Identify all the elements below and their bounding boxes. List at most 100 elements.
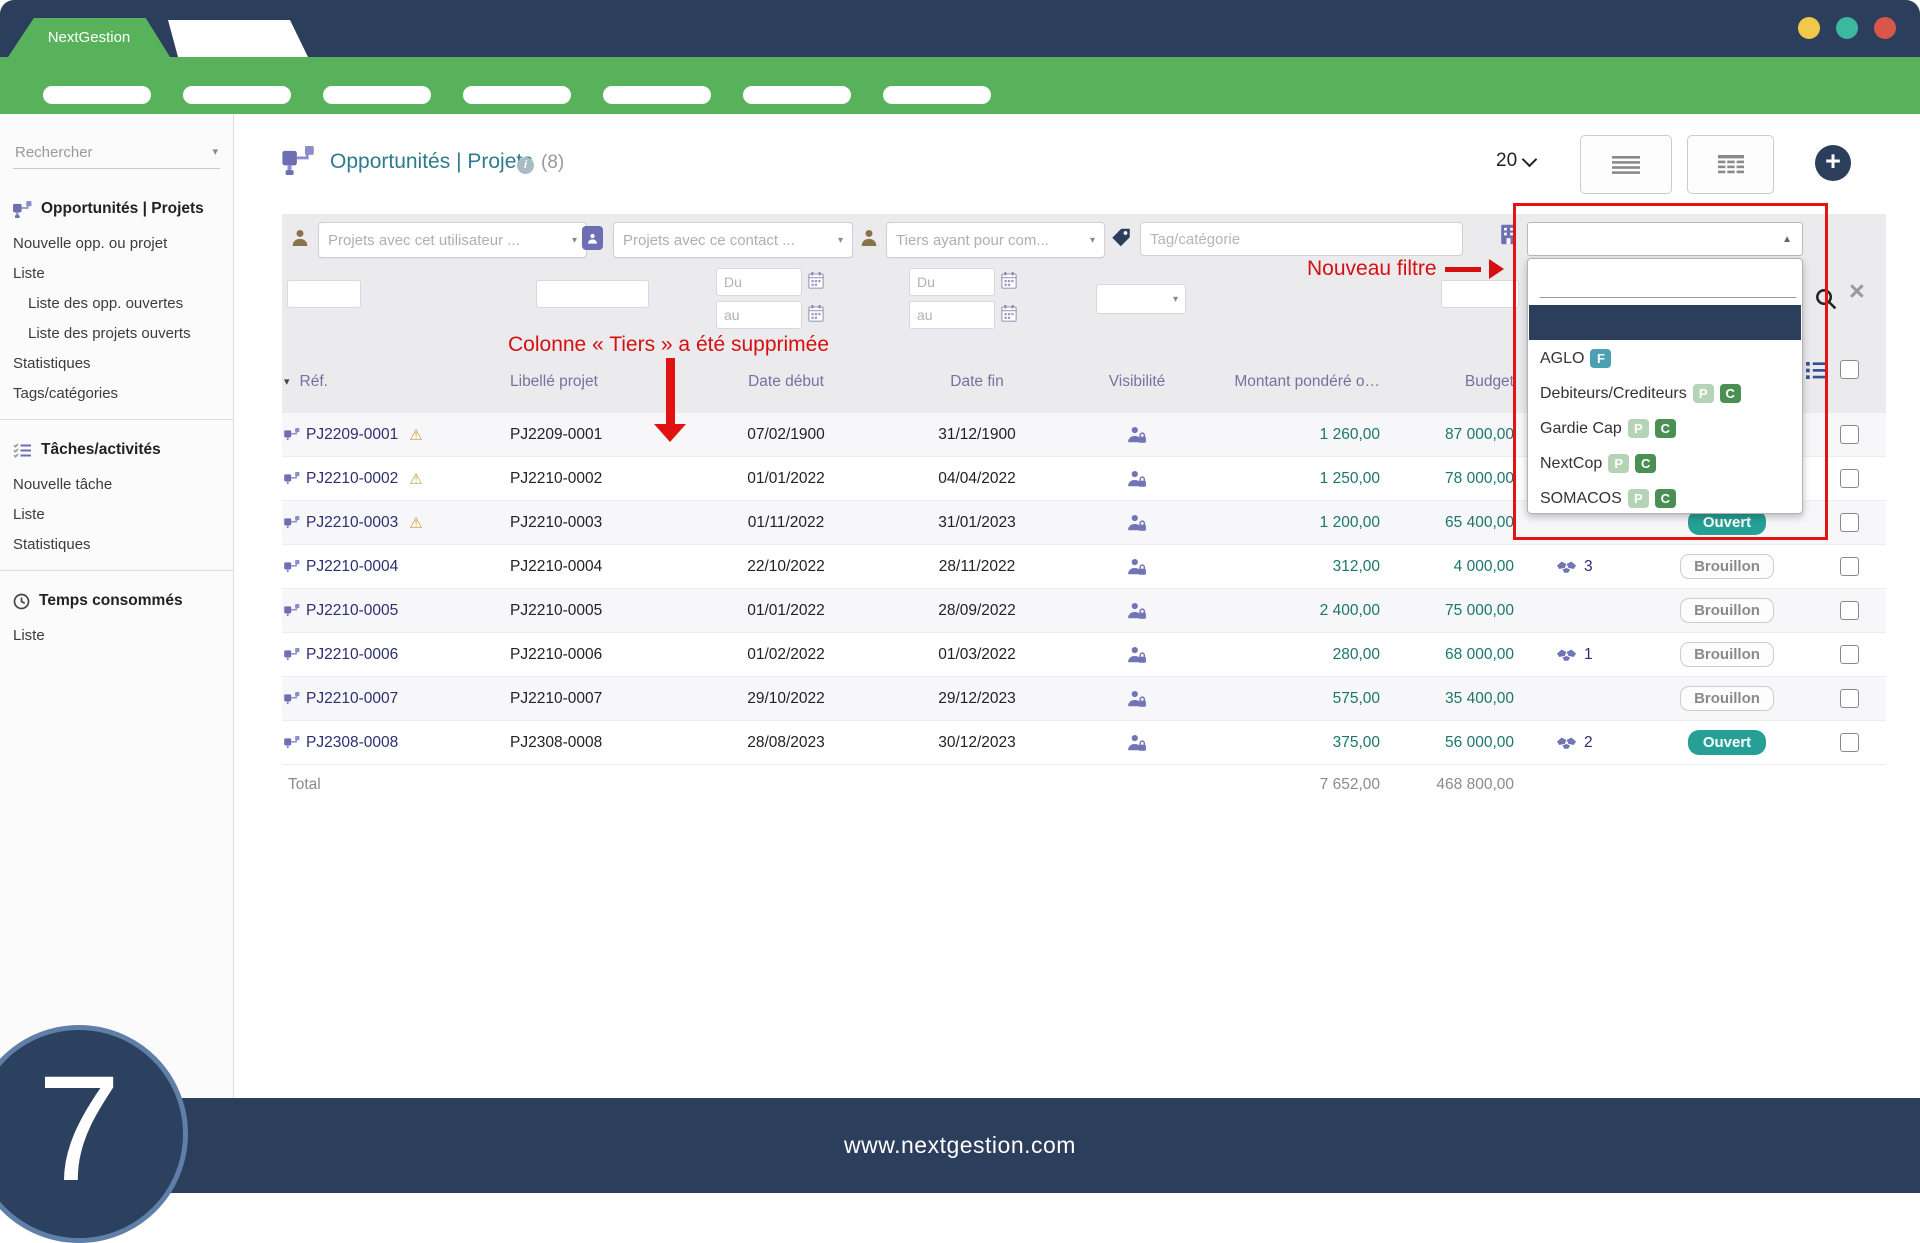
visibility-private-icon bbox=[1072, 426, 1202, 444]
event-count[interactable]: 3 bbox=[1584, 558, 1593, 576]
dropdown-option-aglo[interactable]: AGLO F bbox=[1528, 341, 1802, 376]
chevron-down-icon[interactable]: ▾ bbox=[212, 145, 218, 158]
menu-pill[interactable] bbox=[323, 86, 431, 104]
select-all-checkbox[interactable] bbox=[1840, 360, 1859, 379]
menu-pill[interactable] bbox=[743, 86, 851, 104]
budget-amount: 56 000,00 bbox=[1380, 734, 1514, 752]
user-filter-select[interactable]: Projets avec cet utilisateur ...▾ bbox=[318, 222, 587, 258]
menu-pill[interactable] bbox=[463, 86, 571, 104]
menu-pill[interactable] bbox=[603, 86, 711, 104]
label-filter-input[interactable] bbox=[536, 280, 649, 308]
sidebar-search-input[interactable] bbox=[13, 136, 197, 168]
calendar-icon[interactable] bbox=[808, 305, 824, 322]
column-header-budget[interactable]: Budget bbox=[1380, 373, 1514, 391]
dropdown-search-input[interactable] bbox=[1540, 267, 1796, 298]
window-dot-green[interactable] bbox=[1836, 17, 1858, 39]
project-ref-link[interactable]: PJ2209-0001 bbox=[306, 426, 398, 444]
project-icon bbox=[284, 648, 300, 662]
column-header-date-end[interactable]: Date fin bbox=[882, 373, 1072, 391]
status-badge: Brouillon bbox=[1680, 554, 1774, 579]
date-end-to-input[interactable] bbox=[909, 301, 995, 329]
project-ref-link[interactable]: PJ2210-0004 bbox=[306, 558, 398, 576]
column-header-weighted-amount[interactable]: Montant pondéré o… bbox=[1202, 373, 1380, 391]
event-count[interactable]: 2 bbox=[1584, 734, 1593, 752]
row-checkbox[interactable] bbox=[1840, 733, 1859, 752]
project-ref-link[interactable]: PJ2210-0002 bbox=[306, 470, 398, 488]
sidebar-item-liste-projets-ouverts[interactable]: Liste des projets ouverts bbox=[0, 319, 233, 349]
event-count[interactable]: 1 bbox=[1584, 646, 1593, 664]
add-record-button[interactable]: + bbox=[1815, 145, 1851, 181]
sidebar-item-nouvelle-tache[interactable]: Nouvelle tâche bbox=[0, 470, 233, 500]
handshake-icon bbox=[1556, 560, 1577, 574]
column-header-ref[interactable]: ▾ Réf. bbox=[282, 373, 510, 391]
page-size-selector[interactable]: 20 bbox=[1496, 150, 1535, 172]
sidebar-item-liste-temps[interactable]: Liste bbox=[0, 621, 233, 651]
visibility-filter-select[interactable]: ▾ bbox=[1096, 284, 1186, 314]
clock-icon bbox=[13, 593, 30, 610]
project-icon bbox=[284, 692, 300, 706]
sidebar-section-title: Tâches/activités bbox=[41, 441, 161, 459]
sidebar-section-tasks: Tâches/activités bbox=[0, 438, 233, 462]
column-header-label[interactable]: Libellé projet bbox=[510, 373, 690, 391]
weighted-amount: 2 400,00 bbox=[1202, 602, 1380, 620]
calendar-icon[interactable] bbox=[808, 272, 824, 289]
menu-pill[interactable] bbox=[883, 86, 991, 104]
sidebar-item-liste-taches[interactable]: Liste bbox=[0, 500, 233, 530]
menu-pill[interactable] bbox=[43, 86, 151, 104]
project-label: PJ2210-0004 bbox=[510, 558, 690, 576]
ref-filter-input[interactable] bbox=[287, 280, 361, 308]
project-ref-link[interactable]: PJ2210-0005 bbox=[306, 602, 398, 620]
project-ref-link[interactable]: PJ2308-0008 bbox=[306, 734, 398, 752]
grid-view-button[interactable] bbox=[1687, 135, 1774, 194]
thirdparty-filter-select[interactable]: Tiers ayant pour com...▾ bbox=[886, 222, 1105, 258]
new-filter-select[interactable]: ▲ bbox=[1527, 222, 1803, 256]
date-start-to-input[interactable] bbox=[716, 301, 802, 329]
project-ref-link[interactable]: PJ2210-0003 bbox=[306, 514, 398, 532]
menu-pill[interactable] bbox=[183, 86, 291, 104]
dropdown-option-empty-selected[interactable] bbox=[1529, 305, 1801, 340]
weighted-amount: 280,00 bbox=[1202, 646, 1380, 664]
row-checkbox[interactable] bbox=[1840, 601, 1859, 620]
column-header-visibility[interactable]: Visibilité bbox=[1072, 373, 1202, 391]
browser-tab-placeholder[interactable] bbox=[158, 20, 308, 57]
date-end-from-input[interactable] bbox=[909, 268, 995, 296]
brand-tab[interactable]: NextGestion bbox=[8, 18, 170, 57]
columns-selector-icon[interactable] bbox=[1806, 362, 1828, 379]
row-checkbox[interactable] bbox=[1840, 469, 1859, 488]
close-icon[interactable]: × bbox=[1849, 276, 1865, 307]
row-checkbox[interactable] bbox=[1840, 513, 1859, 532]
date-start: 01/01/2022 bbox=[690, 602, 882, 620]
caret-down-icon: ▾ bbox=[1090, 235, 1095, 246]
sidebar-item-liste-opp-ouvertes[interactable]: Liste des opp. ouvertes bbox=[0, 289, 233, 319]
dropdown-option-nextcop[interactable]: NextCop P C bbox=[1528, 446, 1802, 481]
column-header-date-start[interactable]: Date début bbox=[690, 373, 882, 391]
date-end: 30/12/2023 bbox=[882, 734, 1072, 752]
calendar-icon[interactable] bbox=[1001, 272, 1017, 289]
task-list-icon bbox=[13, 443, 32, 458]
calendar-icon[interactable] bbox=[1001, 305, 1017, 322]
contact-filter-select[interactable]: Projets avec ce contact ...▾ bbox=[613, 222, 853, 258]
row-checkbox[interactable] bbox=[1840, 557, 1859, 576]
dropdown-option-gardie-cap[interactable]: Gardie Cap P C bbox=[1528, 411, 1802, 446]
sidebar-item-nouvelle-opp[interactable]: Nouvelle opp. ou projet bbox=[0, 229, 233, 259]
budget-filter-input[interactable] bbox=[1441, 280, 1519, 308]
window-dot-yellow[interactable] bbox=[1798, 17, 1820, 39]
date-start-from-input[interactable] bbox=[716, 268, 802, 296]
project-ref-link[interactable]: PJ2210-0007 bbox=[306, 690, 398, 708]
sidebar-item-tags-categories[interactable]: Tags/catégories bbox=[0, 379, 233, 409]
row-checkbox[interactable] bbox=[1840, 645, 1859, 664]
dropdown-option-somacos[interactable]: SOMACOS P C bbox=[1528, 481, 1802, 516]
info-icon[interactable]: i bbox=[517, 157, 534, 174]
search-icon[interactable] bbox=[1815, 288, 1837, 310]
tag-filter-input[interactable] bbox=[1140, 222, 1463, 256]
dropdown-option-debiteurs-crediteurs[interactable]: Debiteurs/Crediteurs P C bbox=[1528, 376, 1802, 411]
badge-customer: C bbox=[1720, 384, 1741, 403]
sidebar-item-statistiques[interactable]: Statistiques bbox=[0, 349, 233, 379]
project-ref-link[interactable]: PJ2210-0006 bbox=[306, 646, 398, 664]
sidebar-item-liste[interactable]: Liste bbox=[0, 259, 233, 289]
list-view-button[interactable] bbox=[1580, 135, 1672, 194]
window-dot-red[interactable] bbox=[1874, 17, 1896, 39]
row-checkbox[interactable] bbox=[1840, 689, 1859, 708]
sidebar-item-statistiques-taches[interactable]: Statistiques bbox=[0, 530, 233, 560]
row-checkbox[interactable] bbox=[1840, 425, 1859, 444]
